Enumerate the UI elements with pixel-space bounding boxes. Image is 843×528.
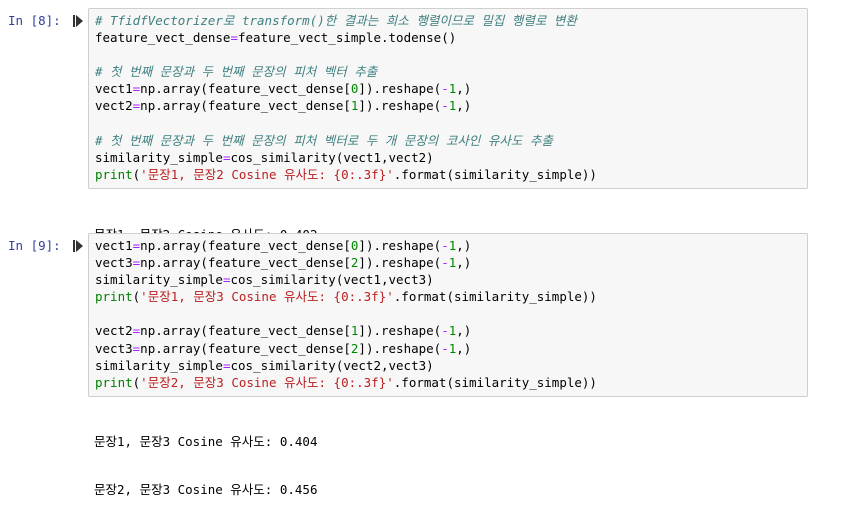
code-line: # TfidfVectorizer로 transform()한 결과는 희소 행…: [95, 13, 577, 28]
code-line: # 첫 번째 문장과 두 번째 문장의 피처 벡터로 두 개 문장의 코사인 유…: [95, 132, 553, 148]
code-line: vect1=np.array(feature_vect_dense[0]).re…: [95, 238, 472, 253]
code-line: print('문장2, 문장3 Cosine 유사도: {0:.3f}'.for…: [95, 374, 597, 390]
code-editor[interactable]: # TfidfVectorizer로 transform()한 결과는 희소 행…: [88, 8, 808, 189]
run-cell-icon[interactable]: [73, 240, 83, 252]
code-line: vect2=np.array(feature_vect_dense[1]).re…: [95, 98, 472, 114]
run-cell-icon[interactable]: [73, 15, 83, 27]
code-line: similarity_simple=cos_similarity(vect1,v…: [95, 149, 434, 165]
code-line: vect3=np.array(feature_vect_dense[2]).re…: [95, 340, 472, 356]
cell-prompt: In [8]:: [8, 13, 61, 28]
code-line: vect3=np.array(feature_vect_dense[2]).re…: [95, 255, 472, 271]
output-line: 문장2, 문장3 Cosine 유사도: 0.456: [94, 481, 318, 497]
code-line: print('문장1, 문장3 Cosine 유사도: {0:.3f}'.for…: [95, 289, 597, 305]
code-line: # 첫 번째 문장과 두 번째 문장의 피처 벡터 추출: [95, 64, 378, 80]
code-line: print('문장1, 문장2 Cosine 유사도: {0:.3f}'.for…: [95, 166, 597, 182]
cell-prompt: In [9]:: [8, 238, 61, 253]
code-editor[interactable]: vect1=np.array(feature_vect_dense[0]).re…: [88, 233, 808, 397]
code-line: similarity_simple=cos_similarity(vect1,v…: [95, 272, 434, 288]
code-line: vect1=np.array(feature_vect_dense[0]).re…: [95, 81, 472, 97]
output-line: 문장1, 문장3 Cosine 유사도: 0.404: [94, 434, 318, 449]
code-line: feature_vect_dense=feature_vect_simple.t…: [95, 30, 457, 46]
code-line: vect2=np.array(feature_vect_dense[1]).re…: [95, 323, 472, 339]
cell-output: 문장1, 문장3 Cosine 유사도: 0.404 문장2, 문장3 Cosi…: [94, 403, 318, 528]
code-line: similarity_simple=cos_similarity(vect2,v…: [95, 357, 434, 373]
